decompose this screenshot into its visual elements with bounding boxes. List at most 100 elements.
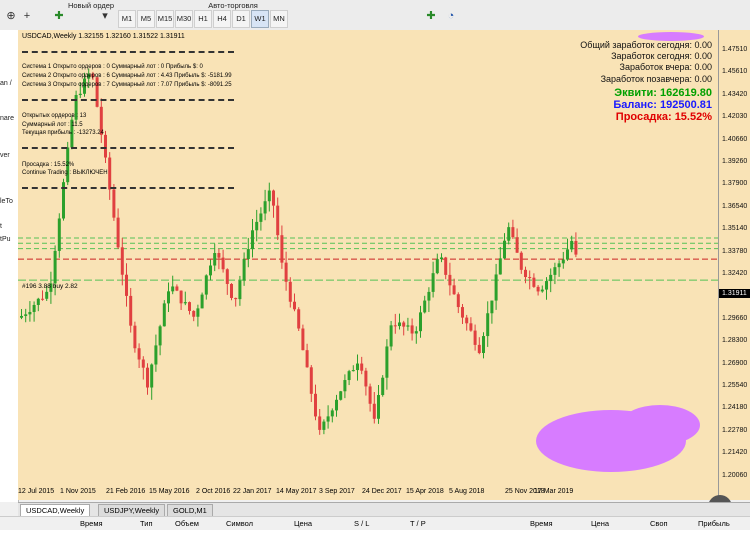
- candle-body: [456, 294, 460, 308]
- candle-body: [549, 274, 553, 282]
- col-price[interactable]: Цена: [294, 519, 312, 528]
- nav-fragment[interactable]: ver: [0, 152, 10, 159]
- price-tick: 1.21420: [722, 449, 748, 457]
- candle-body: [393, 325, 397, 327]
- timeframe-m30[interactable]: M30: [175, 10, 193, 28]
- col-swap[interactable]: Своп: [650, 519, 668, 528]
- clock-icon[interactable]: ◔: [444, 9, 458, 23]
- price-tick: 1.39260: [722, 158, 748, 165]
- candle-body: [553, 267, 557, 275]
- order-label[interactable]: #196 3.88 buy 2.82: [22, 283, 78, 290]
- candle-body: [486, 313, 490, 337]
- candle-body: [129, 295, 133, 326]
- timeframe-h1[interactable]: H1: [194, 10, 212, 28]
- col-close-time[interactable]: Время: [530, 519, 553, 528]
- nav-fragment[interactable]: tPu: [0, 236, 11, 243]
- candle-body: [167, 291, 170, 304]
- candle-body: [473, 330, 477, 345]
- timeframe-m1[interactable]: M1: [118, 10, 136, 28]
- period-dropdown-icon[interactable]: ▾: [98, 9, 112, 23]
- col-time[interactable]: Время: [80, 519, 103, 528]
- candle-body: [150, 364, 154, 388]
- candle-body: [347, 371, 351, 381]
- crosshair-icon[interactable]: ⊕: [4, 9, 18, 23]
- price-tick: 1.43420: [722, 90, 748, 98]
- candle-body: [574, 240, 578, 255]
- date-tick: 22 Jan 2017: [233, 488, 272, 495]
- candle-body: [314, 393, 317, 417]
- col-volume[interactable]: Объем: [175, 519, 199, 528]
- toolbar: ⊕ + ✚ Новый ордер Авто-торговля ▾ M1 M5 M1…: [0, 0, 750, 31]
- equity-stat: Эквити: 162619.80: [614, 87, 712, 99]
- candle-body: [444, 257, 448, 275]
- candle-body: [524, 269, 527, 278]
- candle-body: [498, 258, 502, 275]
- earned-yesterday: Заработок вчера: 0.00: [619, 62, 712, 72]
- col-profit[interactable]: Прибыль: [698, 519, 730, 528]
- candle-body: [263, 201, 267, 214]
- drawdown-stat: Просадка: 15.52%: [615, 111, 712, 123]
- candle-body: [406, 325, 410, 327]
- candle-body: [259, 213, 263, 222]
- candle-body: [41, 298, 44, 300]
- zoom-in-icon[interactable]: +: [20, 9, 34, 23]
- add-icon[interactable]: ✚: [424, 9, 438, 23]
- continue-trading-text: Continue Trading : ВЫКЛЮЧЕН: [22, 170, 108, 176]
- timeframe-h4[interactable]: H4: [213, 10, 231, 28]
- candle-body: [339, 391, 343, 400]
- timeframe-d1[interactable]: D1: [232, 10, 250, 28]
- open-orders-text: Открытых ордеров : 13: [22, 113, 87, 119]
- timeframe-m5[interactable]: M5: [137, 10, 155, 28]
- col-tp[interactable]: T / P: [410, 519, 426, 528]
- timeframe-w1[interactable]: W1: [251, 10, 269, 28]
- chart-tabs: USDCAD,Weekly USDJPY,Weekly GOLD,M1: [18, 502, 750, 518]
- col-type[interactable]: Тип: [140, 519, 153, 528]
- candle-body: [171, 286, 175, 292]
- candle-body: [507, 227, 511, 241]
- candle-body: [293, 301, 296, 310]
- terminal-row[interactable]: [0, 530, 750, 537]
- total-lot-text: Суммарный лот : 11.5: [22, 122, 83, 128]
- candle-body: [402, 322, 406, 327]
- candle-body: [561, 259, 565, 264]
- col-close-price[interactable]: Цена: [591, 519, 609, 528]
- nav-fragment[interactable]: t: [0, 223, 2, 230]
- date-axis[interactable]: 12 Jul 2015 1 Nov 2015 21 Feb 2016 15 May 2…: [18, 486, 718, 500]
- candle-body: [179, 290, 183, 304]
- date-tick: 17 Mar 2019: [534, 488, 574, 495]
- col-symbol[interactable]: Символ: [226, 519, 253, 528]
- candle-body: [515, 237, 519, 253]
- candle-body: [490, 300, 494, 314]
- candle-body: [137, 348, 141, 360]
- nav-fragment[interactable]: an /: [0, 80, 12, 87]
- navigator-panel: an / nare ver leTo t tPu: [0, 30, 19, 502]
- candle-body: [225, 269, 229, 284]
- candle-body: [461, 307, 464, 318]
- candle-body: [372, 403, 376, 419]
- candle-body: [276, 205, 280, 236]
- candle-body: [566, 249, 569, 260]
- system-info-line: Система 2 Открыто ордеров : 6 Суммарный …: [22, 73, 232, 79]
- timeframe-m15[interactable]: M15: [156, 10, 174, 28]
- candle-body: [234, 297, 238, 300]
- nav-fragment[interactable]: leTo: [0, 198, 13, 205]
- col-sl[interactable]: S / L: [354, 519, 369, 528]
- candle-body: [284, 262, 288, 282]
- candle-body: [217, 253, 221, 258]
- candle-body: [305, 350, 309, 368]
- date-tick: 14 May 2017: [276, 488, 317, 495]
- date-tick: 3 Sep 2017: [319, 488, 355, 495]
- candle-body: [435, 259, 439, 274]
- nav-fragment[interactable]: nare: [0, 115, 14, 122]
- earned-today-total: Общий заработок сегодня: 0.00: [580, 40, 712, 50]
- candle-body: [330, 410, 334, 417]
- price-tick: 1.40660: [722, 135, 748, 143]
- candle-body: [343, 380, 347, 392]
- timeframe-mn[interactable]: MN: [270, 10, 288, 28]
- system-info-line: Система 3 Открыто ордеров : 7 Суммарный …: [22, 82, 232, 88]
- candle-body: [465, 317, 469, 324]
- candle-body: [494, 274, 498, 301]
- price-axis[interactable]: 1.47510 1.45610 1.43420 1.42030 1.40660 1.392…: [718, 30, 750, 500]
- current-price-marker: 1.31911: [719, 289, 750, 298]
- earned-today: Заработок сегодня: 0.00: [611, 51, 712, 61]
